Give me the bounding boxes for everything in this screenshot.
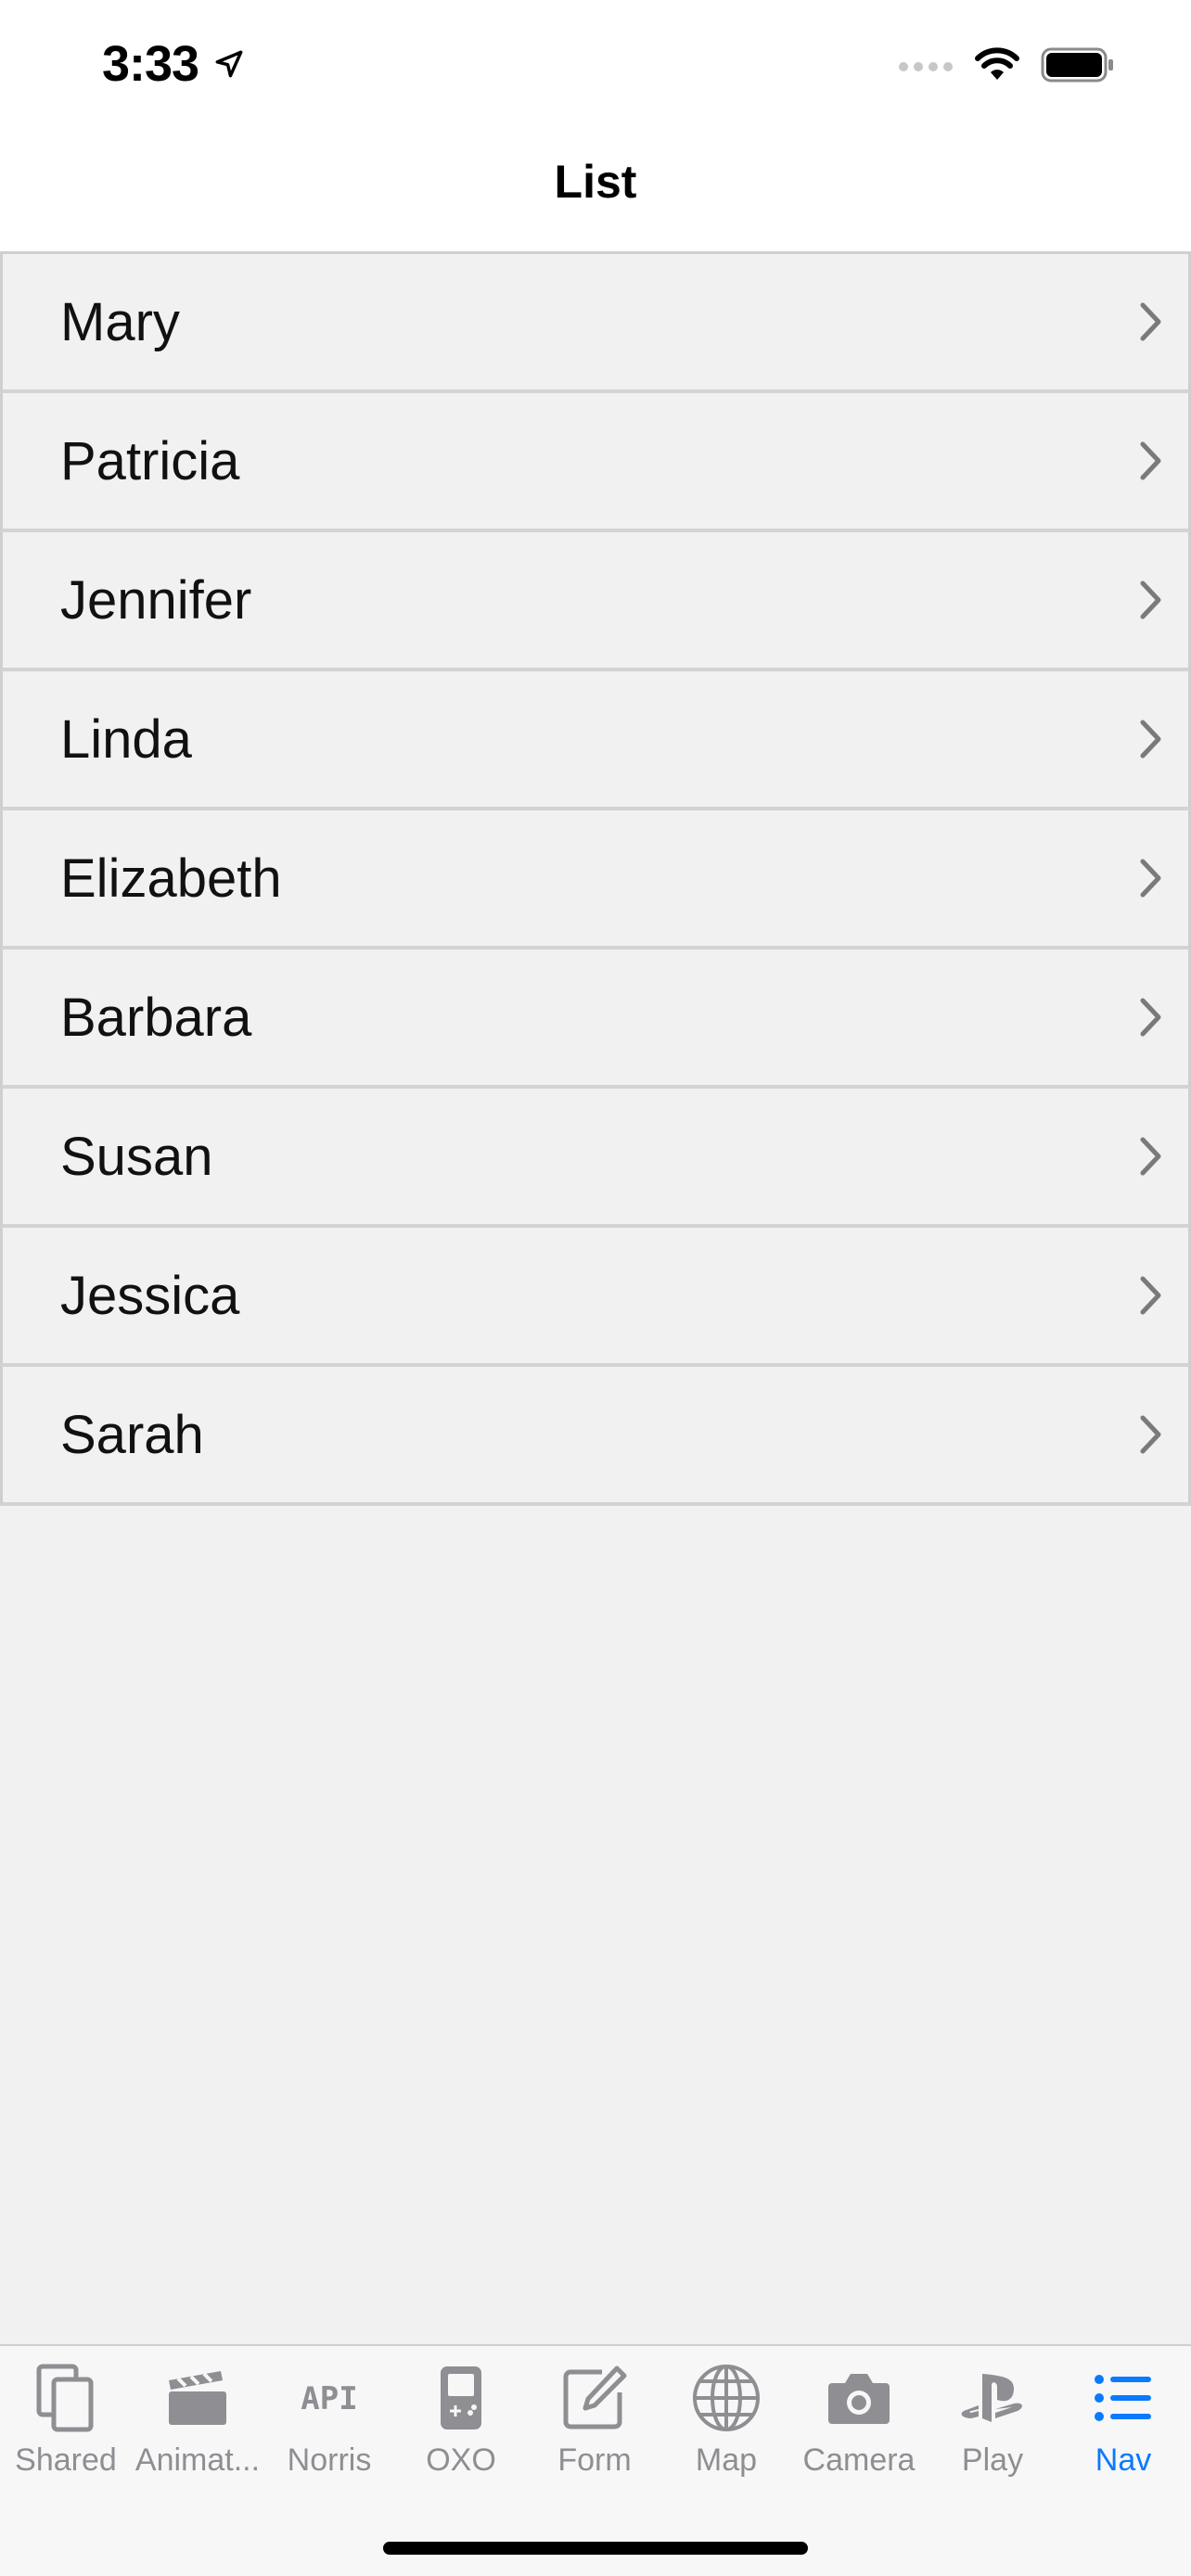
clapperboard-icon (162, 2363, 233, 2433)
list-item-label: Sarah (60, 1405, 204, 1465)
tab-norris[interactable]: API Norris (263, 2363, 395, 2493)
tab-camera[interactable]: Camera (793, 2363, 925, 2493)
list-item[interactable]: Sarah (0, 1367, 1191, 1506)
chevron-right-icon (1140, 998, 1161, 1037)
status-time-text: 3:33 (102, 36, 199, 92)
tab-label: Map (695, 2442, 758, 2478)
list-item-label: Patricia (60, 431, 240, 491)
chevron-right-icon (1140, 720, 1161, 759)
list-item-label: Elizabeth (60, 848, 282, 909)
tab-play[interactable]: Play (927, 2363, 1058, 2493)
chevron-right-icon (1140, 580, 1161, 619)
camera-icon (824, 2363, 894, 2433)
chevron-right-icon (1140, 302, 1161, 341)
tab-form[interactable]: Form (529, 2363, 660, 2493)
list-item[interactable]: Linda (0, 671, 1191, 810)
tab-label: OXO (426, 2442, 496, 2478)
tab-label: Nav (1095, 2442, 1152, 2478)
location-arrow-icon (215, 50, 243, 78)
list-bullet-icon (1088, 2363, 1159, 2433)
signal-icon (899, 62, 953, 71)
page-title: List (554, 155, 637, 208)
tab-bar-items: Shared Animat... API Norris OXO Form Map… (0, 2346, 1191, 2485)
status-bar: 3:33 (0, 0, 1191, 130)
list-item-label: Susan (60, 1127, 213, 1187)
tab-label: Form (557, 2442, 632, 2478)
tab-label: Norris (287, 2442, 372, 2478)
globe-icon (691, 2363, 762, 2433)
list-item-label: Mary (60, 292, 180, 352)
list-item-label: Linda (60, 709, 192, 770)
list-item[interactable]: Elizabeth (0, 810, 1191, 950)
battery-icon (1041, 47, 1113, 83)
home-indicator[interactable] (383, 2542, 808, 2555)
status-indicators (898, 46, 1115, 83)
tab-label: Animat... (134, 2442, 261, 2478)
chevron-right-icon (1140, 1276, 1161, 1315)
wifi-icon (975, 47, 1019, 80)
tab-shared[interactable]: Shared (0, 2363, 132, 2493)
status-time: 3:33 (102, 35, 245, 93)
playstation-icon (957, 2363, 1028, 2433)
chevron-right-icon (1140, 1415, 1161, 1454)
chevron-right-icon (1140, 1137, 1161, 1176)
copy-icon (31, 2363, 101, 2433)
navigation-bar: List (0, 130, 1191, 254)
tab-label: Camera (802, 2442, 916, 2478)
list-item[interactable]: Jessica (0, 1228, 1191, 1367)
tab-label: Shared (15, 2442, 117, 2478)
svg-text:API: API (301, 2380, 357, 2417)
tab-animations[interactable]: Animat... (132, 2363, 263, 2493)
list-item-label: Barbara (60, 988, 252, 1048)
gameboy-icon (426, 2363, 496, 2433)
chevron-right-icon (1140, 441, 1161, 480)
list-item[interactable]: Susan (0, 1089, 1191, 1228)
tab-oxo[interactable]: OXO (395, 2363, 527, 2493)
screen: 3:33 List Mary Patricia Jennifer Linda E… (0, 0, 1191, 2576)
list-item[interactable]: Patricia (0, 393, 1191, 532)
chevron-right-icon (1140, 859, 1161, 898)
list-item-label: Jennifer (60, 570, 252, 631)
api-icon: API (294, 2363, 365, 2433)
list-item[interactable]: Barbara (0, 950, 1191, 1089)
list-item-label: Jessica (60, 1266, 240, 1326)
list-item[interactable]: Jennifer (0, 532, 1191, 671)
tab-label: Play (961, 2442, 1024, 2478)
tab-nav[interactable]: Nav (1057, 2363, 1189, 2493)
names-list: Mary Patricia Jennifer Linda Elizabeth B… (0, 254, 1191, 1506)
tab-map[interactable]: Map (660, 2363, 792, 2493)
pencil-square-icon (559, 2363, 630, 2433)
list-item[interactable]: Mary (0, 254, 1191, 393)
